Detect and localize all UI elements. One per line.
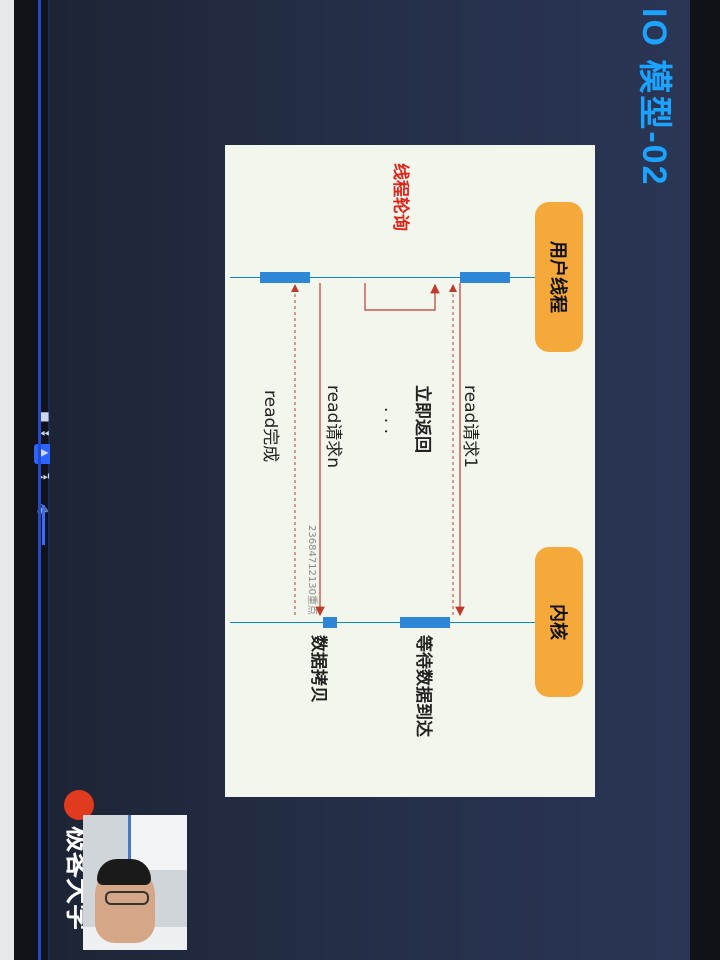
wait-data-label: 等待数据到达: [413, 635, 433, 737]
webcam-person-hair: [97, 859, 151, 885]
io-diagram: 用户线程 内核 线程轮询 read请求1 立即返回 · · · read请求n …: [225, 145, 595, 797]
slide-title: IO 模型-02: [635, 8, 673, 187]
polling-label: 线程轮询: [390, 163, 410, 231]
volume-slider[interactable]: [42, 505, 45, 545]
read-request-n: read请求n: [323, 385, 343, 469]
read-done: read完成: [260, 390, 280, 463]
data-copy-label: 数据拷贝: [308, 635, 328, 703]
monitor-bezel: [690, 0, 720, 960]
left-edge: [0, 0, 14, 960]
watermark: 23684712130重点: [306, 525, 317, 615]
glasses-icon: [105, 891, 149, 905]
ellipsis: · · ·: [375, 407, 395, 435]
webcam-overlay[interactable]: [83, 815, 187, 950]
read-request-1: read请求1: [460, 385, 480, 469]
arrows: [291, 283, 465, 617]
progress-bar[interactable]: [38, 0, 41, 960]
immediate-return: 立即返回: [412, 385, 432, 453]
player-control-strip: ■ ⏮ ▶ ⏭ 🔈: [14, 0, 54, 960]
